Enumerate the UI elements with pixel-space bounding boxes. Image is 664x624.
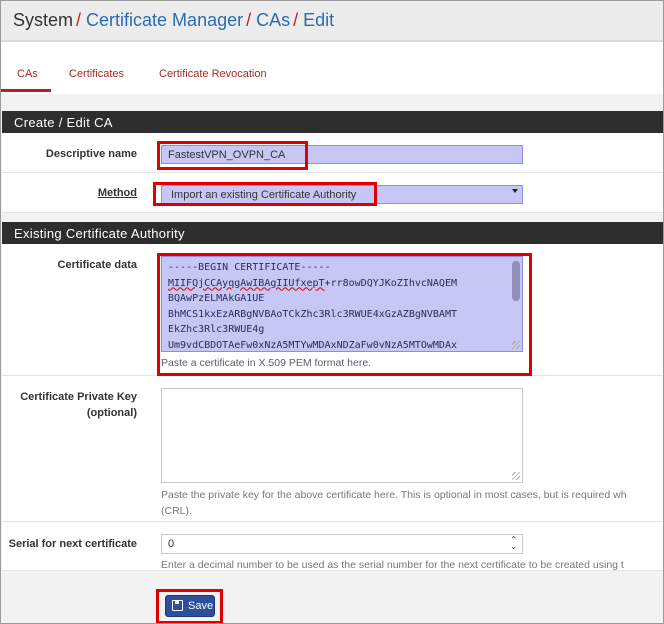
tab-cas[interactable]: CAs xyxy=(17,68,38,80)
row-serial: Serial for next certificate 0 ⌃ ⌄ Enter a… xyxy=(2,522,663,571)
resize-grip-icon[interactable] xyxy=(512,472,520,480)
section-header-create-edit-ca: Create / Edit CA xyxy=(2,111,663,133)
private-key-help-crl: (CRL). xyxy=(161,505,192,517)
serial-label: Serial for next certificate xyxy=(8,538,137,550)
row-method: Method Import an existing Certificate Au… xyxy=(2,173,663,213)
highlight-box xyxy=(153,182,377,206)
tab-certificates[interactable]: Certificates xyxy=(69,68,124,80)
breadcrumb-separator: / xyxy=(76,10,82,30)
breadcrumb: System / Certificate Manager / CAs / Edit xyxy=(13,10,334,31)
breadcrumb-separator: / xyxy=(246,10,252,30)
private-key-textarea[interactable] xyxy=(161,388,523,483)
highlight-box xyxy=(157,141,308,170)
row-certificate-data: Certificate data -----BEGIN CERTIFICATE-… xyxy=(2,244,663,376)
spacer xyxy=(1,94,663,111)
active-tab-indicator xyxy=(1,89,51,92)
row-private-key: Certificate Private Key (optional) Paste… xyxy=(2,376,663,522)
breadcrumb-certificate-manager[interactable]: Certificate Manager xyxy=(86,10,243,30)
private-key-label: Certificate Private Key xyxy=(20,391,137,403)
footer-area xyxy=(2,571,663,623)
highlight-box xyxy=(157,253,532,376)
breadcrumb-cas[interactable]: CAs xyxy=(256,10,290,30)
tab-bar: CAs Certificates Certificate Revocation xyxy=(1,42,663,94)
section-header-existing-ca: Existing Certificate Authority xyxy=(2,222,663,244)
serial-input[interactable]: 0 ⌃ ⌄ xyxy=(161,534,523,554)
page-header: System / Certificate Manager / CAs / Edit xyxy=(1,1,663,41)
page-frame: System / Certificate Manager / CAs / Edit CAs … xyxy=(0,0,664,624)
chevron-down-icon xyxy=(512,189,518,193)
private-key-optional-label: (optional) xyxy=(86,407,137,419)
certificate-data-label: Certificate data xyxy=(57,259,137,271)
breadcrumb-separator: / xyxy=(293,10,299,30)
private-key-help: Paste the private key for the above cert… xyxy=(161,489,627,501)
breadcrumb-system: System xyxy=(13,10,74,30)
number-spinner[interactable]: ⌃ ⌄ xyxy=(510,536,517,551)
row-descriptive-name: Descriptive name FastestVPN_OVPN_CA xyxy=(2,133,663,173)
serial-value: 0 xyxy=(168,538,175,550)
highlight-box xyxy=(156,589,223,623)
breadcrumb-edit[interactable]: Edit xyxy=(303,10,334,30)
tab-certificate-revocation[interactable]: Certificate Revocation xyxy=(159,68,267,80)
method-label[interactable]: Method xyxy=(98,186,137,201)
descriptive-name-label: Descriptive name xyxy=(45,148,137,160)
